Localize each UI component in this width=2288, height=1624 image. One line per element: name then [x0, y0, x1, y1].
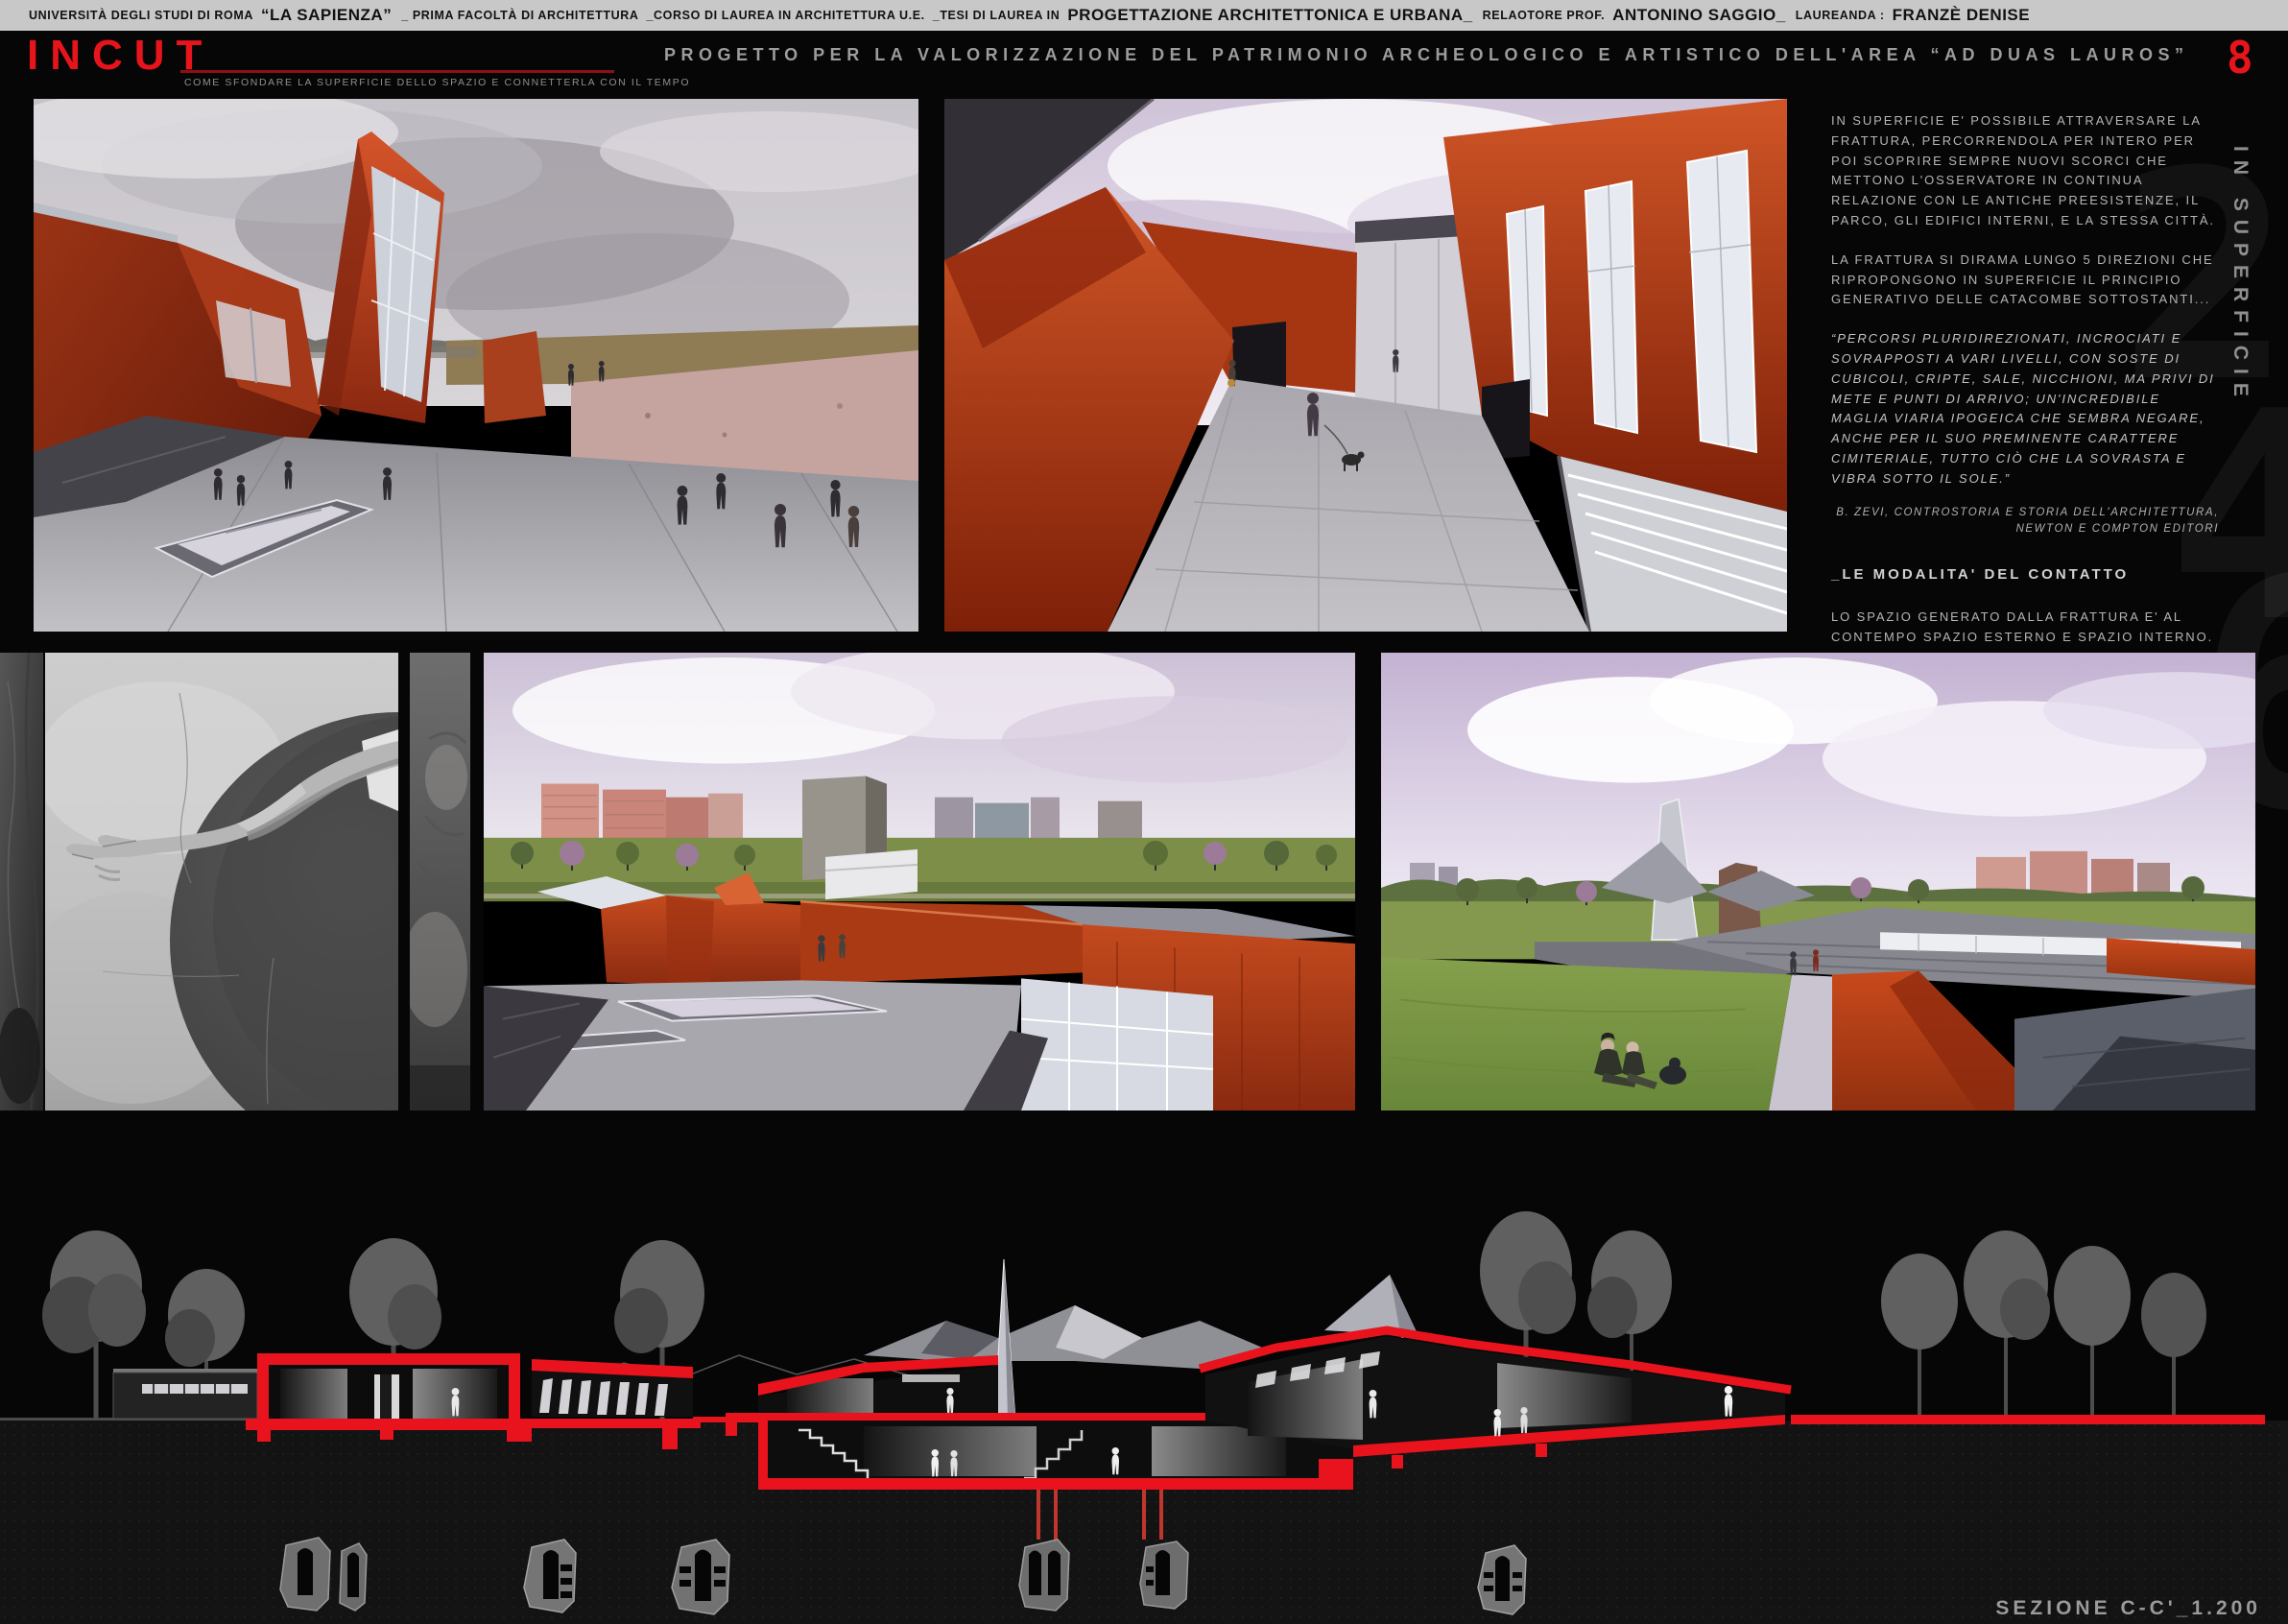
university-name: “LA SAPIENZA” — [261, 6, 392, 25]
render-roofscape-park — [1381, 653, 2255, 1111]
page-number: 8 — [2227, 32, 2253, 84]
render-fracture-towers — [34, 99, 918, 632]
advisor-name: ANTONINO SAGGIO_ — [1612, 6, 1786, 25]
creation-hand-fresco — [45, 653, 398, 1111]
project-tagline: COME SFONDARE LA SUPERFICIE DELLO SPAZIO… — [184, 77, 690, 88]
subheading: _LE MODALITA' DEL CONTATTO — [1831, 563, 2219, 586]
thesis-board: Università degli studi di roma “LA SAPIE… — [0, 0, 2288, 1624]
student-name: FRANZÈ DENISE — [1893, 6, 2030, 25]
section-drawing: SEZIONE C-C'_1.200 — [0, 1133, 2288, 1624]
zevi-quote: “PERCORSI PLURIDIREZIONATI, INCROCIATI E… — [1831, 329, 2219, 489]
vertical-chapter-label: IN SUPERFICIE — [2228, 146, 2252, 491]
thesis-program: PROGETTAZIONE ARCHITETTONICA E URBANA_ — [1067, 6, 1472, 25]
quote-attribution: B. ZEVI, CONTROSTORIA E STORIA DELL'ARCH… — [1831, 505, 2219, 539]
board-header: Università degli studi di roma “LA SAPIE… — [0, 0, 2288, 31]
student-prefix: laureanda : — [1796, 9, 1885, 22]
logo-underline — [180, 70, 614, 73]
render-surface-court — [484, 653, 1355, 1111]
paragraph: LA FRATTURA SI DIRAMA LUNGO 5 DIREZIONI … — [1831, 251, 2219, 310]
thesis-prefix: _tesi di laurea in — [933, 9, 1061, 22]
paragraph: IN SUPERFICIE E' POSSIBILE ATTRAVERSARE … — [1831, 111, 2219, 231]
advisor-prefix: relaotore prof. — [1483, 9, 1606, 22]
faculty: _ prima facoltà di architettura — [401, 9, 638, 22]
section-label: SEZIONE C-C'_1.200 — [1995, 1597, 2261, 1619]
description-column: IN SUPERFICIE E' POSSIBILE ATTRAVERSARE … — [1831, 111, 2219, 731]
course: _corso di laurea in architettura u.e. — [647, 9, 925, 22]
render-fracture-canyon — [944, 99, 1787, 632]
fresco-detail-sliver — [0, 653, 43, 1111]
university-prefix: Università degli studi di roma — [29, 9, 253, 22]
page-title: PROGETTO PER LA VALORIZZAZIONE DEL PATRI… — [664, 45, 2188, 65]
fresco-face-strip — [410, 653, 470, 1111]
